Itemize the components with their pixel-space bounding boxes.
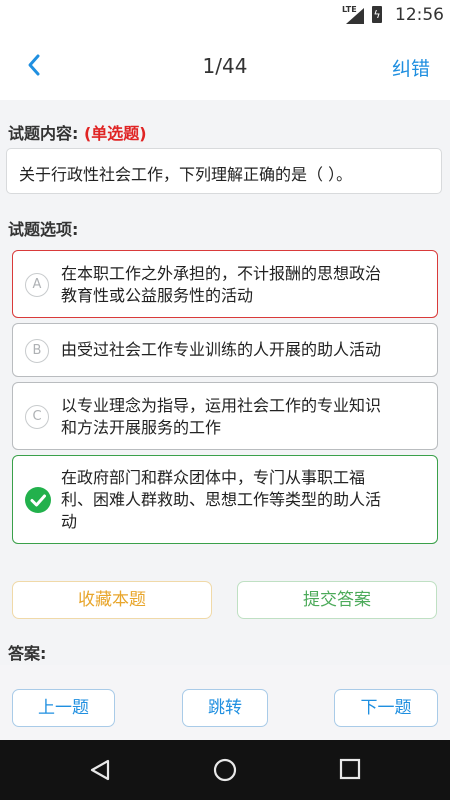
option-letter-a: A <box>25 273 49 297</box>
clock: 12:56 <box>395 5 444 25</box>
question-counter: 1/44 <box>202 54 248 78</box>
battery-icon: ϟ <box>372 6 382 23</box>
option-b[interactable]: B 由受过社会工作专业训练的人开展的助人活动 <box>12 323 438 377</box>
option-d-line1: 在政府部门和群众团体中，专门从事职工福 <box>61 468 366 487</box>
report-error-button[interactable]: 纠错 <box>392 54 430 81</box>
option-letter-c: C <box>25 405 49 429</box>
option-text-b: 由受过社会工作专业训练的人开展的助人活动 <box>61 339 423 361</box>
option-d-line3: 动 <box>61 512 78 531</box>
question-label: 试题内容: (单选题) <box>8 120 147 144</box>
submit-answer-button[interactable]: 提交答案 <box>237 581 437 619</box>
question-type: (单选题) <box>83 124 147 143</box>
option-text-a: 在本职工作之外承担的，不计报酬的思想政治 教育性或公益服务性的活动 <box>61 263 423 307</box>
option-d[interactable]: 在政府部门和群众团体中，专门从事职工福 利、困难人群救助、思想工作等类型的助人活… <box>12 455 438 544</box>
favorite-button[interactable]: 收藏本题 <box>12 581 212 619</box>
option-c-line2: 和方法开展服务的工作 <box>61 418 222 437</box>
signal-icon <box>346 8 364 24</box>
option-a-line1: 在本职工作之外承担的，不计报酬的思想政治 <box>61 264 382 283</box>
answer-label: 答案: <box>8 644 47 663</box>
status-bar: LTE ϟ 12:56 <box>0 0 450 30</box>
option-c-line1: 以专业理念为指导，运用社会工作的专业知识 <box>61 396 382 415</box>
back-triangle-icon[interactable] <box>88 758 112 782</box>
options-label: 试题选项: <box>8 220 79 239</box>
question-box: 关于行政性社会工作，下列理解正确的是（ ）。 <box>6 148 442 194</box>
option-text-c: 以专业理念为指导，运用社会工作的专业知识 和方法开展服务的工作 <box>61 395 423 439</box>
jump-button[interactable]: 跳转 <box>182 689 268 727</box>
question-label-text: 试题内容: <box>8 124 79 143</box>
header: 1/44 纠错 <box>0 30 450 100</box>
check-circle-icon <box>25 487 51 513</box>
option-text-d: 在政府部门和群众团体中，专门从事职工福 利、困难人群救助、思想工作等类型的助人活… <box>61 467 423 533</box>
prev-question-button[interactable]: 上一题 <box>12 689 115 727</box>
home-circle-icon[interactable] <box>213 758 237 782</box>
option-c[interactable]: C 以专业理念为指导，运用社会工作的专业知识 和方法开展服务的工作 <box>12 382 438 450</box>
option-b-line1: 由受过社会工作专业训练的人开展的助人活动 <box>61 340 382 359</box>
recents-square-icon[interactable] <box>339 758 361 780</box>
system-navigation-bar <box>0 740 450 800</box>
option-letter-b: B <box>25 339 49 363</box>
question-text: 关于行政性社会工作，下列理解正确的是（ ）。 <box>19 165 353 184</box>
option-a-line2: 教育性或公益服务性的活动 <box>61 286 254 305</box>
checkmark-icon <box>30 494 46 507</box>
option-a[interactable]: A 在本职工作之外承担的，不计报酬的思想政治 教育性或公益服务性的活动 <box>12 250 438 318</box>
option-d-line2: 利、困难人群救助、思想工作等类型的助人活 <box>61 490 382 509</box>
next-question-button[interactable]: 下一题 <box>334 689 438 727</box>
